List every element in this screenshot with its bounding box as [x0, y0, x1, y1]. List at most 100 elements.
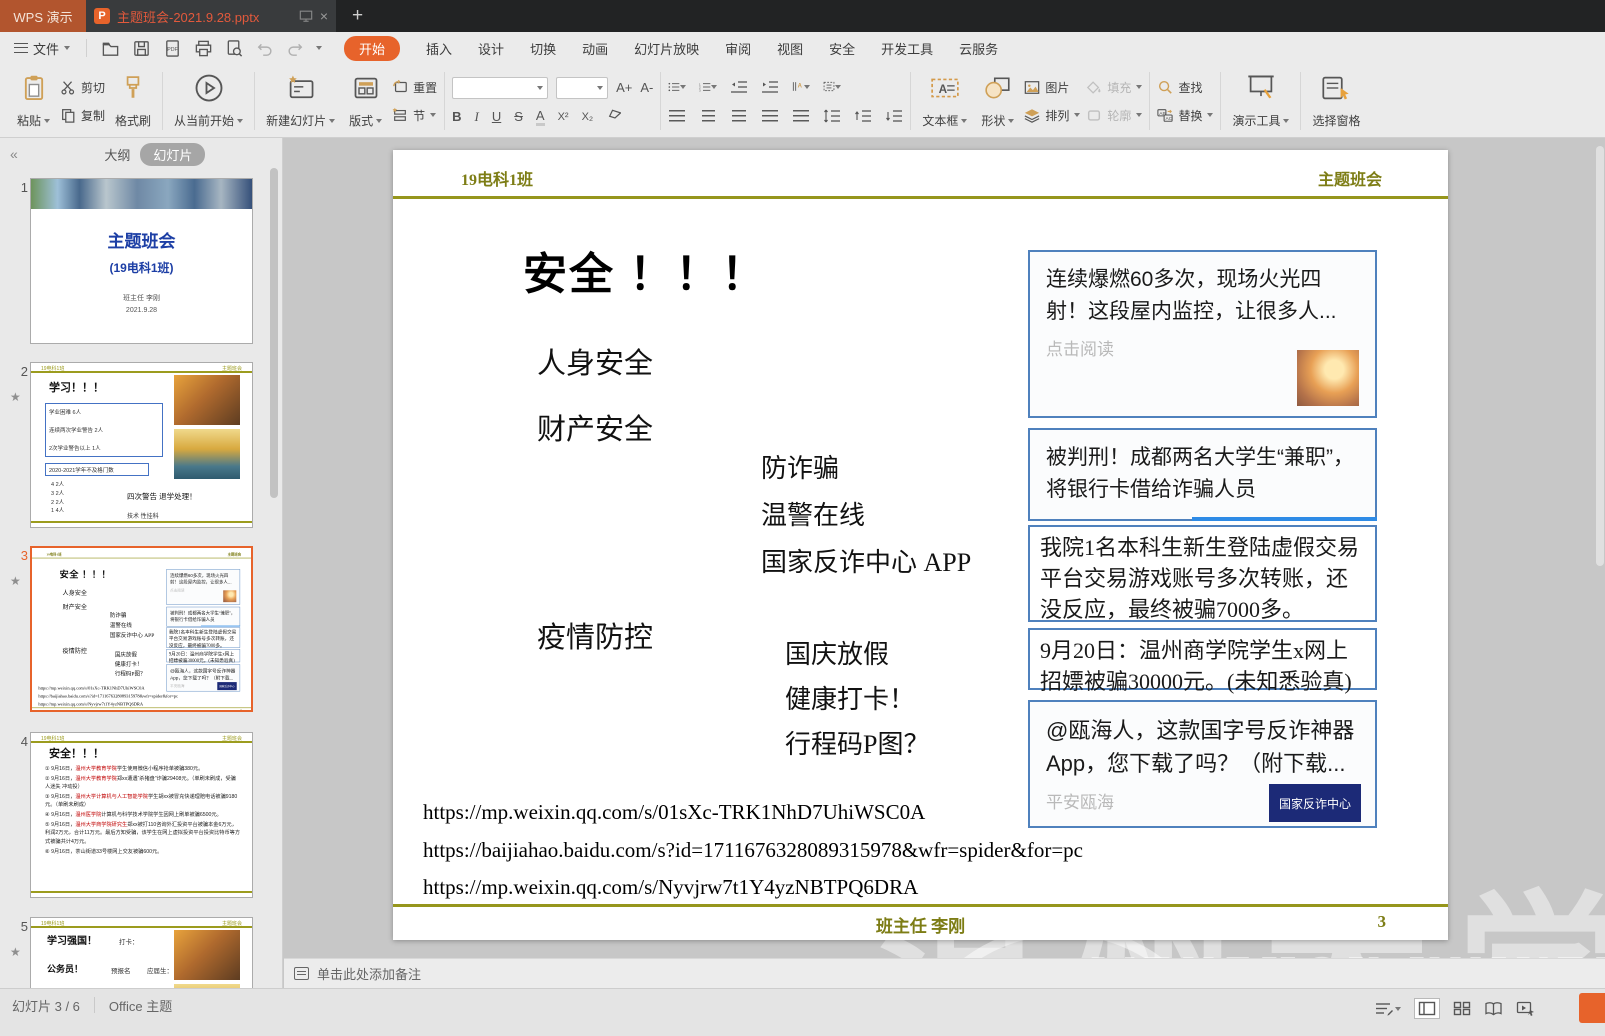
subitem-police-online[interactable]: 温警在线: [761, 495, 865, 532]
font-color-button[interactable]: A: [536, 108, 545, 126]
slide-header-right[interactable]: 主题班会: [1318, 166, 1382, 190]
slide-thumbnail-1[interactable]: 主题班会 (19电科1班) 班主任 李刚 2021.9.28: [30, 178, 253, 344]
slide-header-left[interactable]: 19电科1班: [461, 166, 533, 190]
reset-button[interactable]: 重置: [392, 79, 437, 96]
news-card-sentenced[interactable]: 被判刑！成都两名大学生“兼职”，将银行卡借给诈骗人员: [1028, 428, 1377, 521]
slide-thumbnail-4[interactable]: 19电科1班 主题班会 安全！！！ ① 9月16日，温州大学教育学院学生使用微信…: [30, 732, 253, 898]
increase-indent-button[interactable]: [761, 79, 779, 95]
font-name-select[interactable]: [452, 77, 548, 99]
shapes-button[interactable]: 形状: [977, 69, 1018, 133]
replace-button[interactable]: ABAC 替换: [1157, 107, 1213, 124]
tab-slideshow[interactable]: 幻灯片放映: [634, 39, 699, 58]
justify-button[interactable]: [761, 108, 779, 124]
copy-button[interactable]: 复制: [60, 107, 105, 124]
topic-pandemic-control[interactable]: 疫情防控: [537, 614, 653, 656]
shrink-font-button[interactable]: A-: [640, 80, 653, 95]
text-frame-button[interactable]: [823, 79, 841, 95]
superscript-button[interactable]: X²: [558, 111, 569, 123]
reading-view-icon[interactable]: [1484, 1001, 1503, 1016]
slide-thumbnail-5[interactable]: 19电科1班 主题班会 学习强国！ 打卡： 公务员！ 预报名 应届生：: [30, 917, 253, 988]
slides-tab[interactable]: 幻灯片: [140, 143, 205, 166]
arrange-button[interactable]: 排列: [1024, 107, 1080, 124]
cut-button[interactable]: 剪切: [60, 79, 105, 96]
align-center-button[interactable]: [699, 108, 717, 124]
tab-cloud[interactable]: 云服务: [959, 39, 998, 58]
tab-view[interactable]: 视图: [777, 39, 803, 58]
slideshow-view-icon[interactable]: [1516, 1001, 1535, 1016]
undo-icon[interactable]: [256, 39, 274, 57]
picture-button[interactable]: 图片: [1024, 79, 1080, 96]
space-before-button[interactable]: [854, 108, 872, 124]
editing-scrollbar[interactable]: [1596, 146, 1604, 566]
subitem-health-checkin[interactable]: 健康打卡！: [785, 679, 915, 716]
font-size-select[interactable]: [556, 77, 608, 99]
subitem-travel-code[interactable]: 行程码P图？: [785, 724, 929, 761]
distribute-button[interactable]: [792, 108, 810, 124]
tab-security[interactable]: 安全: [829, 39, 855, 58]
news-card-antifraud-app[interactable]: @瓯海人，这款国字号反诈神器App，您下载了吗？（附下载... 平安瓯海 国家反…: [1028, 700, 1377, 828]
open-folder-icon[interactable]: [101, 39, 120, 58]
strikethrough-button[interactable]: S: [514, 109, 523, 124]
print-icon[interactable]: [194, 39, 213, 58]
news-card-explosion[interactable]: 连续爆燃60多次，现场火光四射！这段屋内监控，让很多人... 点击阅读: [1028, 250, 1377, 418]
italic-button[interactable]: I: [475, 109, 479, 125]
theme-name[interactable]: Office 主题: [109, 996, 172, 1015]
subscript-button[interactable]: X₂: [582, 111, 594, 123]
grow-font-button[interactable]: A+: [616, 80, 632, 95]
paste-button[interactable]: 粘贴: [13, 69, 54, 133]
tab-animations[interactable]: 动画: [582, 39, 608, 58]
find-button[interactable]: 查找: [1157, 79, 1213, 96]
underline-button[interactable]: U: [492, 109, 501, 124]
topic-personal-safety[interactable]: 人身安全: [537, 340, 653, 382]
bullet-list-button[interactable]: [668, 79, 686, 95]
format-painter-button[interactable]: 格式刷: [111, 69, 155, 133]
outline-tab[interactable]: 大纲: [104, 145, 130, 164]
slide-thumbnail-3-selected[interactable]: 19电科1班 主题班会 安全 ！！！ 人身安全 财产安全 疫情防控 防诈骗 温警…: [30, 546, 253, 712]
file-menu-button[interactable]: 文件: [0, 39, 80, 58]
tab-review[interactable]: 审阅: [725, 39, 751, 58]
normal-view-button[interactable]: [1414, 998, 1440, 1019]
tab-transitions[interactable]: 切换: [530, 39, 556, 58]
notes-bar[interactable]: 单击此处添加备注: [284, 958, 1605, 988]
present-tools-button[interactable]: 演示工具: [1228, 69, 1293, 133]
close-tab-icon[interactable]: ×: [320, 9, 328, 23]
bold-button[interactable]: B: [452, 109, 461, 124]
play-slideshow-button[interactable]: [1579, 993, 1605, 1023]
subitem-anti-fraud-app[interactable]: 国家反诈中心 APP: [761, 542, 971, 579]
subitem-anti-fraud[interactable]: 防诈骗: [761, 448, 839, 485]
numbered-list-button[interactable]: 123: [699, 79, 717, 95]
slide-thumbnail-2[interactable]: 19电科1班 主题班会 学习！！！ 学业困难 6人 连续两次学业警告 2人 2次…: [30, 362, 253, 528]
textbox-button[interactable]: A 文本框: [918, 69, 971, 133]
export-pdf-icon[interactable]: PDF: [163, 39, 182, 58]
save-icon[interactable]: [132, 39, 151, 58]
subitem-holiday[interactable]: 国庆放假: [785, 634, 889, 671]
tab-developer[interactable]: 开发工具: [881, 39, 933, 58]
line-spacing-button[interactable]: [823, 108, 841, 124]
new-tab-button[interactable]: +: [336, 0, 379, 32]
collapse-panel-button[interactable]: «: [0, 146, 28, 162]
align-left-button[interactable]: [668, 108, 686, 124]
redo-icon[interactable]: [286, 39, 304, 57]
clear-format-icon[interactable]: [606, 109, 621, 124]
present-monitor-icon[interactable]: [299, 9, 313, 23]
layout-button[interactable]: 版式: [345, 69, 386, 133]
tab-home[interactable]: 开始: [344, 36, 400, 61]
app-tab[interactable]: WPS 演示: [0, 0, 86, 32]
slide-title[interactable]: 安全 ！！！: [523, 238, 767, 302]
topic-property-safety[interactable]: 财产安全: [537, 406, 653, 448]
customize-toolbar-chevron-icon[interactable]: [316, 46, 322, 50]
tab-design[interactable]: 设计: [478, 39, 504, 58]
align-right-button[interactable]: [730, 108, 748, 124]
selection-pane-button[interactable]: 选择窗格: [1308, 69, 1364, 133]
print-preview-icon[interactable]: [225, 39, 244, 58]
panel-scrollbar[interactable]: [270, 168, 278, 498]
news-card-30000-scam[interactable]: 9月20日：温州商学院学生x网上招嫖被骗30000元。(未知悉验真): [1028, 628, 1377, 690]
news-card-game-scam[interactable]: 我院1名本科生新生登陆虚假交易平台交易游戏账号多次转账，还没反应，最终被骗700…: [1028, 525, 1377, 622]
decrease-indent-button[interactable]: [730, 79, 748, 95]
slide-footer-teacher[interactable]: 班主任 李刚: [393, 912, 1448, 937]
section-button[interactable]: 节: [392, 107, 437, 124]
reference-url-3[interactable]: https://mp.weixin.qq.com/s/Nyvjrw7t1Y4yz…: [423, 875, 918, 900]
document-tab[interactable]: P 主题班会-2021.9.28.pptx ×: [86, 0, 336, 32]
slide-sorter-view-icon[interactable]: [1453, 1001, 1471, 1016]
tab-insert[interactable]: 插入: [426, 39, 452, 58]
